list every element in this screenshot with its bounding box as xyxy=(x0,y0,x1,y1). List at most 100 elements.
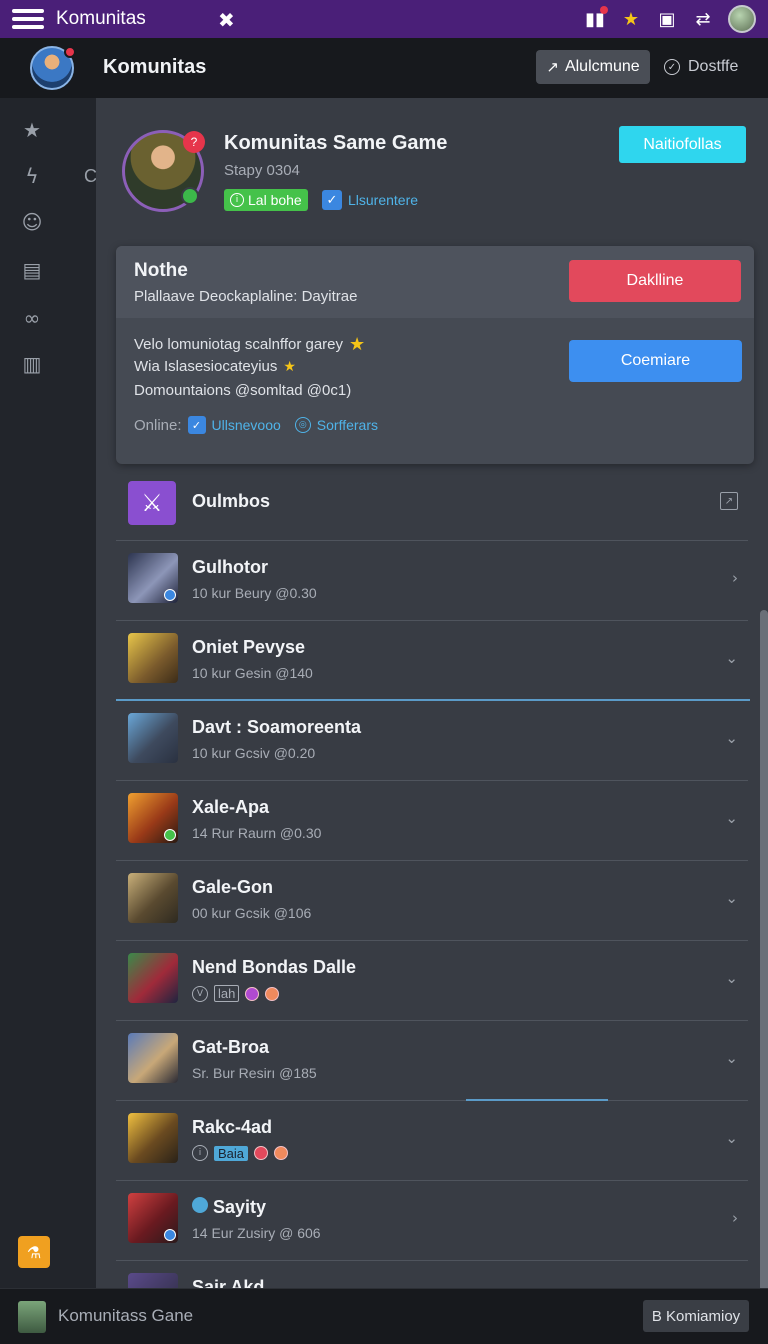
secondary-header-button-label: Dostffe xyxy=(688,58,739,75)
system-top-bar: Komunitas ✖ ▮▮ ★ ▣ ⇄ xyxy=(0,0,768,38)
bottom-action-button[interactable]: B Komiamioy xyxy=(643,1300,749,1332)
main-panel: ? Komunitas Same Game Stapy 0304 i Lal b… xyxy=(96,98,768,1288)
chart-icon[interactable]: ▮▮ xyxy=(584,6,608,30)
ring-icon: V xyxy=(192,985,208,1002)
scrollbar[interactable] xyxy=(760,610,768,1288)
share-icon[interactable]: ⇄ xyxy=(692,8,714,30)
notification-dot xyxy=(600,6,608,14)
check-circle-icon: ✓ xyxy=(664,59,680,75)
expand-icon[interactable]: ↗ xyxy=(720,492,738,510)
menu-icon[interactable] xyxy=(12,9,44,29)
online-value-1: Ullsnevooo xyxy=(211,417,281,433)
server-icon[interactable]: ▤ xyxy=(20,258,44,282)
primary-header-button[interactable]: ↗ Alulcmune xyxy=(536,50,650,84)
list-item[interactable]: Oniet Pevyse 10 kur Gesin @140 ⌄ xyxy=(116,621,748,701)
chevron-down-icon[interactable]: ⌄ xyxy=(725,889,738,907)
secondary-header-button[interactable]: ✓ Dostffe xyxy=(664,50,738,84)
compare-button[interactable]: Coemiare xyxy=(569,340,742,382)
wand-icon: ↗ xyxy=(546,58,559,76)
beaker-icon[interactable]: ⚗ xyxy=(18,1236,50,1268)
gamepad-icon[interactable]: ✖ xyxy=(218,8,235,32)
chevron-down-icon[interactable]: ⌄ xyxy=(725,1129,738,1147)
ring-icon: i xyxy=(192,1145,208,1161)
stats-icon[interactable]: ▥ xyxy=(20,352,44,376)
item-name: Oniet Pevyse xyxy=(192,637,306,657)
bolt-icon[interactable]: ϟ xyxy=(20,164,44,188)
community-logo[interactable] xyxy=(30,46,76,90)
chevron-down-icon[interactable]: ⌄ xyxy=(725,729,738,747)
reaction-icon xyxy=(245,986,260,1001)
robot-icon[interactable]: ☺ xyxy=(20,210,44,234)
item-meta: 10 kur Beury @0.30 xyxy=(192,585,317,601)
chevron-right-icon[interactable]: › xyxy=(732,569,738,587)
game-avatar[interactable] xyxy=(18,1301,46,1333)
status-tag[interactable]: i Lal bohe xyxy=(224,189,308,211)
list-item[interactable]: Gat-Broa Sr. Bur Resirı @185 ⌄ xyxy=(116,1021,748,1101)
item-name: Rakc-4ad xyxy=(192,1117,273,1137)
topbar-title: Komunitas xyxy=(56,8,146,29)
card-title: Nothe xyxy=(134,260,188,281)
item-name: Xale-Apa xyxy=(192,797,270,817)
decline-button[interactable]: Daklline xyxy=(569,260,741,302)
card-line: Velo lomuniotag scalnffor garey ★ xyxy=(134,334,365,355)
list-item[interactable]: Rakc-4ad i Baia ⌄ xyxy=(116,1101,748,1181)
item-name: Sair Akd xyxy=(192,1277,265,1288)
tablet-icon[interactable]: ▣ xyxy=(656,8,678,30)
item-meta: V lah xyxy=(192,985,280,1002)
item-thumbnail xyxy=(128,1113,178,1163)
list-item[interactable]: Sayity 14 Eur Zusiry @ 606 › xyxy=(116,1181,748,1261)
card-line-text: Domountaions @somltad @0c1) xyxy=(134,382,352,399)
list-item[interactable]: Gale-Gon 00 kur Gcsik @106 ⌄ xyxy=(116,861,748,941)
item-name: Gale-Gon xyxy=(192,877,274,897)
primary-header-button-label: Alulcmune xyxy=(564,58,640,75)
star-icon[interactable]: ★ xyxy=(20,118,44,142)
item-thumbnail xyxy=(128,553,178,603)
chevron-down-icon[interactable]: ⌄ xyxy=(725,809,738,827)
item-meta: 14 Rur Raurn @0.30 xyxy=(192,825,322,841)
swords-icon: ⚔ xyxy=(128,481,176,525)
list-item[interactable]: Davt : Soamoreenta 10 kur Gcsiv @0.20 ⌄ xyxy=(116,701,748,781)
card-line: Wia Islasesiocateyius ★ xyxy=(134,358,296,375)
left-rail: ★ ϟ ☺ ▤ ∞ ▥ C ⚗ xyxy=(0,98,97,1288)
item-meta: 10 kur Gcsiv @0.20 xyxy=(192,745,316,761)
online-row: Online: ✓ Ullsnevooo ◎ Sorfferars xyxy=(134,416,378,434)
chevron-down-icon[interactable]: ⌄ xyxy=(725,649,738,667)
profile-action-button[interactable]: Naitiofollas xyxy=(619,126,746,163)
user-avatar[interactable] xyxy=(728,5,756,33)
list-item[interactable]: Nend Bondas Dalle V lah ⌄ xyxy=(116,941,748,1021)
profile-avatar[interactable]: ? xyxy=(122,130,205,212)
link-icon[interactable]: ∞ xyxy=(20,306,44,330)
item-thumbnail xyxy=(128,713,178,763)
verified-dot xyxy=(164,1229,176,1241)
chevron-down-icon[interactable]: ⌄ xyxy=(725,1049,738,1067)
chevron-down-icon[interactable]: ⌄ xyxy=(725,969,738,987)
online-indicator xyxy=(181,187,199,205)
checkbox-icon[interactable]: ✓ xyxy=(187,416,206,434)
notification-dot xyxy=(64,46,76,58)
item-meta: Sr. Bur Resirı @185 xyxy=(192,1065,317,1081)
list-header-row[interactable]: ⚔ Oulmbos ↗ xyxy=(116,468,748,541)
item-thumbnail xyxy=(128,1273,178,1288)
checkbox-icon: ✓ xyxy=(322,190,342,210)
ring-icon: ◎ xyxy=(294,417,311,433)
card-line-text: Velo lomuniotag scalnffor garey xyxy=(134,336,344,353)
item-tag: lah xyxy=(214,985,240,1002)
item-name: Sayity xyxy=(192,1197,266,1218)
verified-tag[interactable]: ✓ Llsurentere xyxy=(322,189,418,211)
item-name: Gulhotor xyxy=(192,557,268,577)
item-thumbnail xyxy=(128,1193,178,1243)
list-item[interactable]: Gulhotor 10 kur Beury @0.30 › xyxy=(116,541,748,621)
item-thumbnail xyxy=(128,1033,178,1083)
profile-subtitle: Stapy 0304 xyxy=(224,162,300,179)
list-item[interactable]: Xale-Apa 14 Rur Raurn @0.30 ⌄ xyxy=(116,781,748,861)
notification-badge: ? xyxy=(183,131,205,153)
online-dot xyxy=(164,829,176,841)
star-icon[interactable]: ★ xyxy=(620,8,642,30)
chevron-right-icon[interactable]: › xyxy=(732,1209,738,1227)
globe-icon xyxy=(192,1197,208,1213)
card-subtitle: Plallaave Deockaplaline: Dayitrae xyxy=(134,288,358,305)
list-item[interactable]: Sair Akd xyxy=(116,1261,748,1288)
item-thumbnail xyxy=(128,953,178,1003)
profile-title: Komunitas Same Game xyxy=(224,132,448,154)
reaction-icon xyxy=(274,1146,289,1160)
